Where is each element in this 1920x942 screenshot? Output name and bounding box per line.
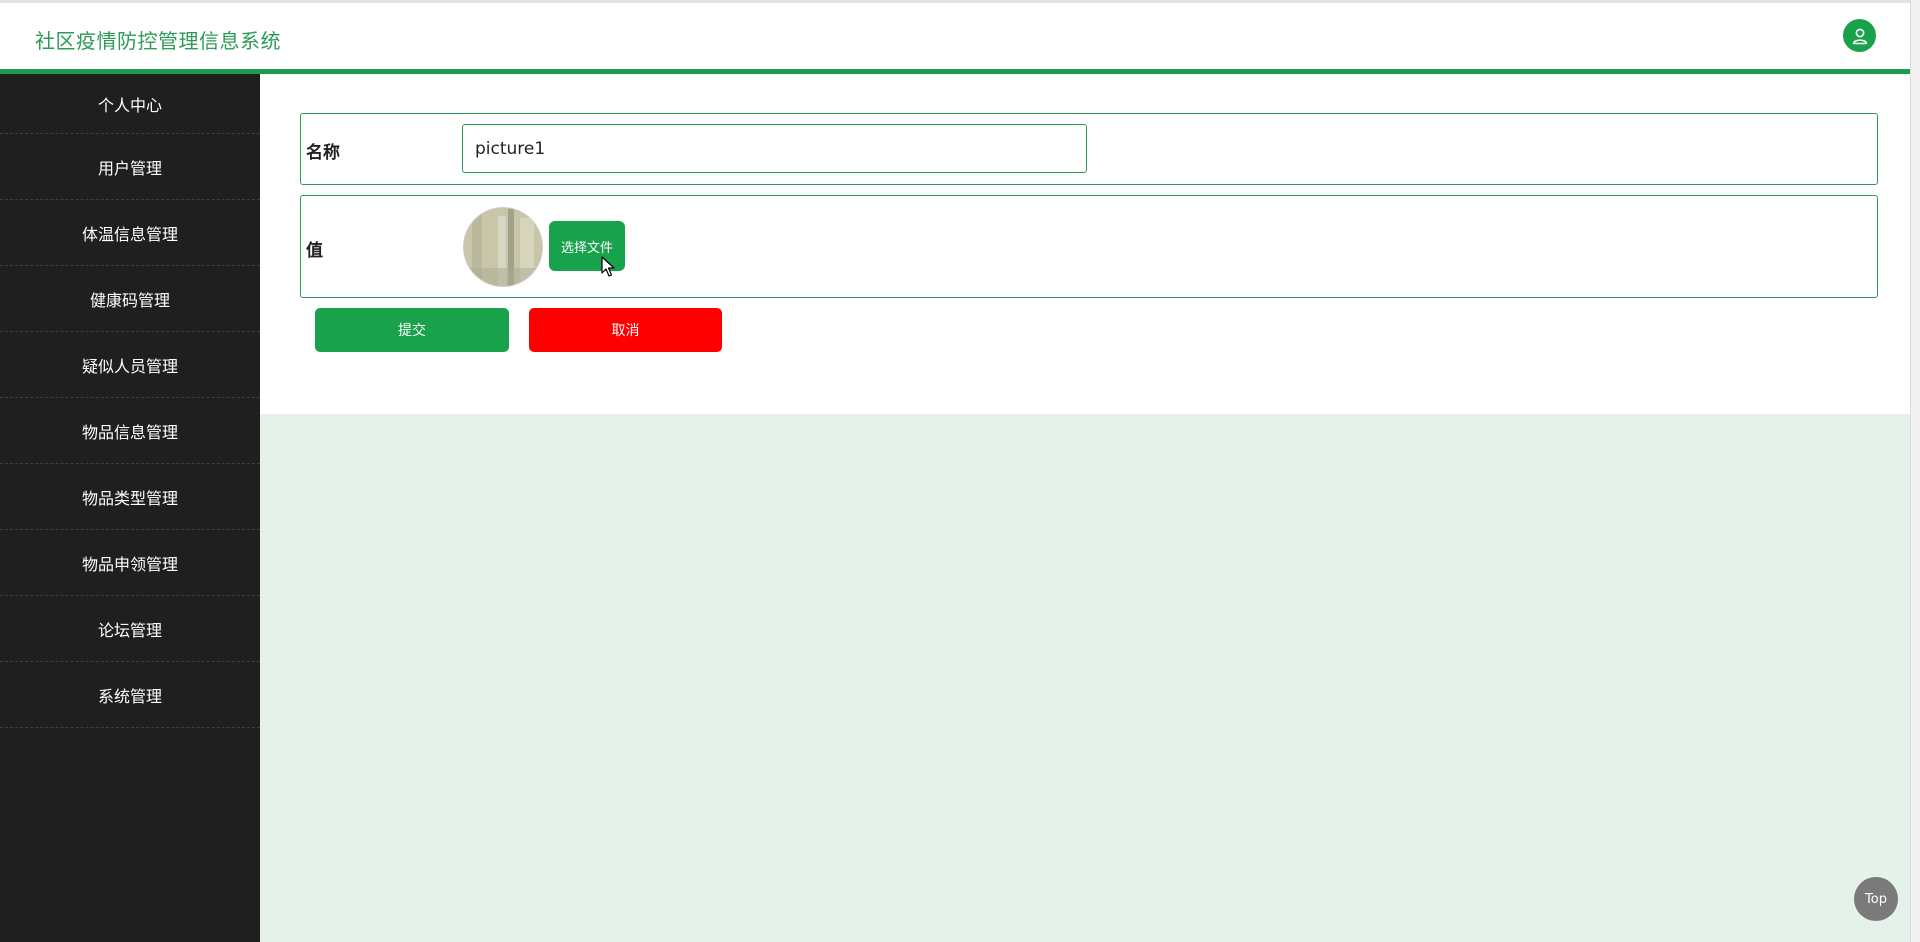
sidebar-item-suspected-persons[interactable]: 疑似人员管理 bbox=[0, 332, 260, 398]
app-title: 社区疫情防控管理信息系统 bbox=[35, 29, 281, 53]
top-header: 社区疫情防控管理信息系统 bbox=[0, 0, 1920, 74]
sidebar-item-personal-center[interactable]: 个人中心 bbox=[0, 74, 260, 134]
sidebar-item-temperature[interactable]: 体温信息管理 bbox=[0, 200, 260, 266]
sidebar-item-health-code[interactable]: 健康码管理 bbox=[0, 266, 260, 332]
cancel-button[interactable]: 取消 bbox=[529, 308, 722, 352]
name-input[interactable] bbox=[462, 124, 1087, 173]
mouse-cursor-icon bbox=[601, 256, 615, 277]
submit-button[interactable]: 提交 bbox=[315, 308, 509, 352]
user-avatar-button[interactable] bbox=[1843, 19, 1876, 52]
name-label: 名称 bbox=[306, 143, 340, 163]
sidebar-item-goods-request[interactable]: 物品申领管理 bbox=[0, 530, 260, 596]
user-icon bbox=[1852, 28, 1867, 44]
page: 社区疫情防控管理信息系统 个人中心 用户管理 体温信息管理 健康码管理 疑似人员… bbox=[0, 0, 1920, 942]
sidebar-item-goods-type[interactable]: 物品类型管理 bbox=[0, 464, 260, 530]
sidebar-item-forum[interactable]: 论坛管理 bbox=[0, 596, 260, 662]
sidebar: 个人中心 用户管理 体温信息管理 健康码管理 疑似人员管理 物品信息管理 物品类… bbox=[0, 74, 260, 942]
back-to-top-button[interactable]: Top bbox=[1854, 877, 1898, 921]
sidebar-item-goods-info[interactable]: 物品信息管理 bbox=[0, 398, 260, 464]
form-row-value: 值 选择文件 bbox=[300, 195, 1878, 298]
value-label: 值 bbox=[306, 241, 323, 261]
image-thumbnail[interactable] bbox=[463, 207, 543, 287]
thumbnail-image bbox=[464, 208, 542, 286]
content-background bbox=[260, 414, 1910, 942]
sidebar-item-user-management[interactable]: 用户管理 bbox=[0, 134, 260, 200]
form-row-name: 名称 bbox=[300, 113, 1878, 185]
sidebar-item-system[interactable]: 系统管理 bbox=[0, 662, 260, 728]
scrollbar[interactable] bbox=[1910, 0, 1920, 942]
